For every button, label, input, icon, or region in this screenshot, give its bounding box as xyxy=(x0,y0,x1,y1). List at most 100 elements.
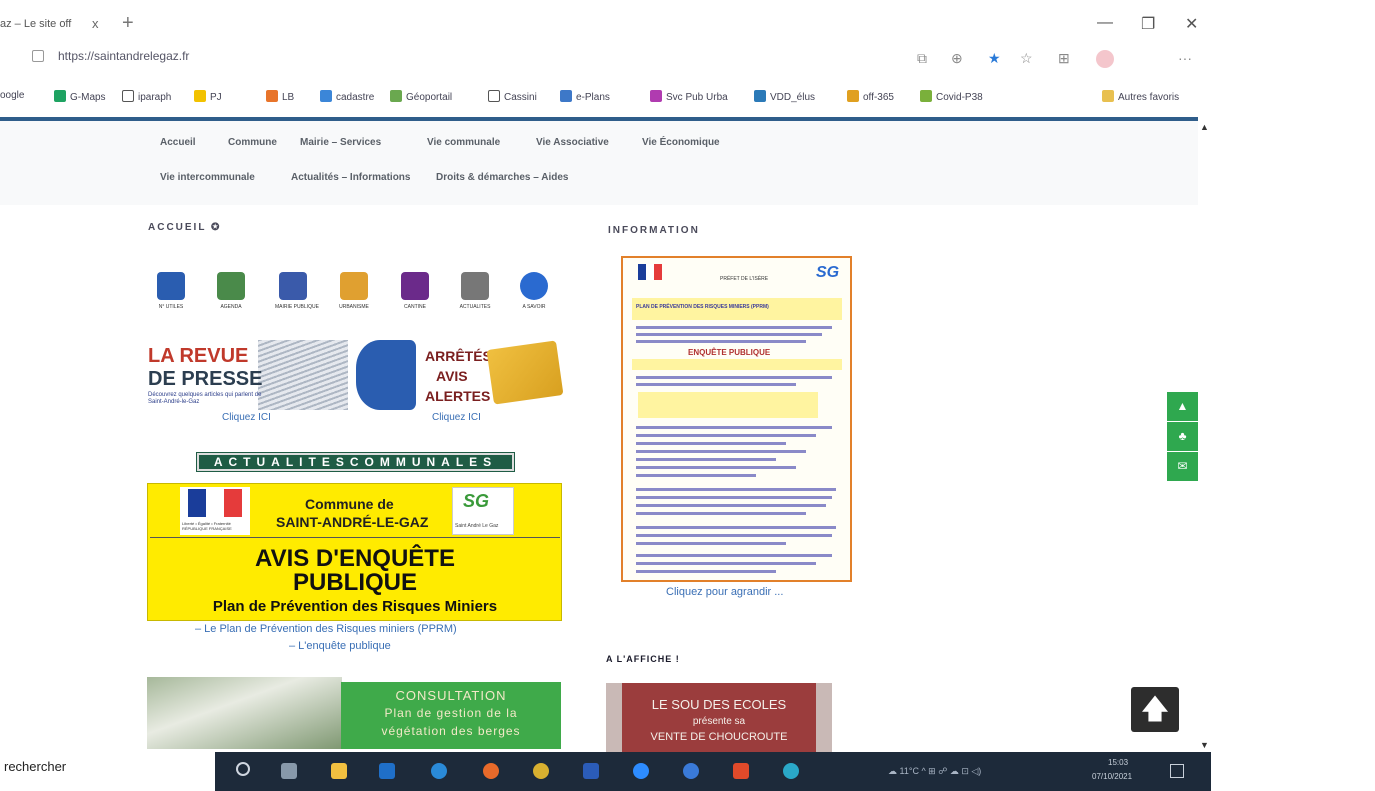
zoom-icon[interactable]: ⊕ xyxy=(951,50,963,67)
edge-icon[interactable] xyxy=(431,763,447,779)
poster-text-line xyxy=(636,426,832,429)
scroll-up-arrow-icon[interactable]: ▲ xyxy=(1200,122,1209,132)
nav-droits-demarches[interactable]: Droits & démarches – Aides xyxy=(436,172,568,183)
marianne-profile-image[interactable] xyxy=(356,340,416,410)
arretes-click-link[interactable]: Cliquez ICI xyxy=(432,412,481,423)
firefox-icon[interactable] xyxy=(483,763,499,779)
side-mail-button[interactable]: ✉ xyxy=(1167,452,1198,481)
notifications-icon[interactable] xyxy=(1170,764,1184,778)
quick-link-plu[interactable]: URBANISME xyxy=(336,272,372,312)
office-app-icon[interactable] xyxy=(733,763,749,779)
minimize-button[interactable]: — xyxy=(1097,14,1113,32)
collections-icon[interactable]: ⊞ xyxy=(1058,50,1070,67)
back-to-top-button[interactable]: 🡅 xyxy=(1131,687,1179,732)
system-tray[interactable]: ☁ 11°C ^ ⊞ ☍ ☁ ⊡ ◁) xyxy=(888,766,981,777)
tab-close-icon[interactable]: x xyxy=(92,16,99,31)
scroll-down-arrow-icon[interactable]: ▼ xyxy=(1200,740,1209,750)
bookmark-iparaph[interactable]: iparaph xyxy=(122,90,171,103)
profile-avatar[interactable] xyxy=(1096,50,1114,68)
favorites-icon[interactable]: ☆ xyxy=(1020,50,1033,67)
nav-accueil[interactable]: Accueil xyxy=(160,137,196,148)
covid-icon xyxy=(920,90,932,102)
bookmark-vdd-lus[interactable]: VDD_élus xyxy=(754,90,815,103)
bookmark-lb[interactable]: LB xyxy=(266,90,294,103)
poster-prefecture: PRÉFET DE L'ISÈRE xyxy=(720,276,769,282)
pprm-link[interactable]: – Le Plan de Prévention des Risques mini… xyxy=(195,623,457,635)
poster-text-line xyxy=(636,542,786,545)
poster-text-line xyxy=(636,526,836,529)
poster-logo-icon: SG xyxy=(816,264,840,281)
quick-link-label: AGENDA xyxy=(220,304,242,310)
avis-divider xyxy=(150,537,560,538)
bookmark-cassini[interactable]: Cassini xyxy=(488,90,537,103)
restore-button[interactable]: ❐ xyxy=(1141,14,1155,34)
enquete-publique-link[interactable]: – L'enquête publique xyxy=(289,640,391,652)
more-menu-button[interactable]: ··· xyxy=(1178,50,1192,66)
nav-mairie-services[interactable]: Mairie – Services xyxy=(300,137,381,148)
nav-vie-communale[interactable]: Vie communale xyxy=(427,137,500,148)
quick-link-label: ACTUALITES xyxy=(459,304,491,310)
quick-link-calendar[interactable]: AGENDA xyxy=(213,272,249,312)
bookmark-cadastre[interactable]: cadastre xyxy=(320,90,374,103)
favorite-star-icon[interactable]: ★ xyxy=(988,50,1001,67)
zoom-icon[interactable] xyxy=(633,763,649,779)
enlarge-poster-link[interactable]: Cliquez pour agrandir ... xyxy=(666,586,783,598)
chrome-icon[interactable] xyxy=(533,763,549,779)
edge-beta-icon[interactable] xyxy=(783,763,799,779)
task-view-icon[interactable] xyxy=(281,763,297,779)
nav-vie-intercommunale[interactable]: Vie intercommunale xyxy=(160,172,255,183)
bookmark-pj[interactable]: PJ xyxy=(194,90,222,103)
cortana-icon[interactable] xyxy=(236,762,250,776)
bookmark-oogle[interactable]: oogle xyxy=(0,90,24,101)
information-section-title: INFORMATION xyxy=(608,225,700,236)
riverbank-photo[interactable] xyxy=(147,677,342,749)
people-icon xyxy=(461,272,489,300)
bookmark-covid-p38[interactable]: Covid-P38 xyxy=(920,90,983,103)
main-navigation xyxy=(0,121,1198,205)
poster-highlight-band xyxy=(638,392,818,418)
revue-click-link[interactable]: Cliquez ICI xyxy=(222,412,271,423)
vdd-icon xyxy=(754,90,766,102)
explorer-icon[interactable] xyxy=(331,763,347,779)
nav-vie-economique[interactable]: Vie Économique xyxy=(642,137,720,148)
windows-search-box[interactable]: rechercher xyxy=(4,759,66,774)
clock-time[interactable]: 15:03 xyxy=(1108,758,1128,767)
other-favorites-folder[interactable]: Autres favoris xyxy=(1102,90,1179,103)
bookmark-g-oportail[interactable]: Géoportail xyxy=(390,90,452,103)
close-window-button[interactable]: ✕ xyxy=(1185,14,1198,34)
poster-text-line xyxy=(636,512,806,515)
quick-link-republic[interactable]: MAIRIE PUBLIQUE xyxy=(275,272,319,312)
consultation-line3: végétation des berges xyxy=(381,724,521,738)
windows-taskbar xyxy=(215,752,1211,791)
bookmark-g-maps[interactable]: G-Maps xyxy=(54,90,106,103)
word-icon[interactable] xyxy=(583,763,599,779)
outlook-icon[interactable] xyxy=(379,763,395,779)
avis-heading-line2: PUBLIQUE xyxy=(292,569,417,596)
quick-link-info[interactable]: A SAVOIR xyxy=(516,272,552,312)
page-info-icon[interactable] xyxy=(32,50,44,62)
nav-actualites[interactable]: Actualités – Informations xyxy=(291,172,410,183)
folder-magnifier-image[interactable] xyxy=(486,340,564,405)
side-market-button[interactable]: ♣ xyxy=(1167,422,1198,451)
nav-commune[interactable]: Commune xyxy=(228,137,277,148)
new-tab-button[interactable]: + xyxy=(122,12,134,35)
nav-vie-associative[interactable]: Vie Associative xyxy=(536,137,609,148)
geoportail-icon xyxy=(390,90,402,102)
pj-icon xyxy=(194,90,206,102)
calendar-icon xyxy=(217,272,245,300)
maps-app-icon[interactable] xyxy=(683,763,699,779)
read-aloud-icon[interactable]: ⧉ xyxy=(917,50,927,67)
side-graduation-button[interactable]: ▲ xyxy=(1167,392,1198,421)
quick-link-people[interactable]: ACTUALITES xyxy=(457,272,493,312)
bookmark-e-plans[interactable]: e-Plans xyxy=(560,90,610,103)
quick-link-restaurant[interactable]: CANTINE xyxy=(397,272,433,312)
bookmark-svc-pub-urba[interactable]: Svc Pub Urba xyxy=(650,90,728,103)
clock-date[interactable]: 07/10/2021 xyxy=(1092,772,1132,781)
affiche-line2: présente sa xyxy=(692,716,746,727)
bookmark-off-365[interactable]: off-365 xyxy=(847,90,894,103)
browser-tab-title[interactable]: az – Le site off xyxy=(0,18,71,30)
quick-link-phone[interactable]: N° UTILES xyxy=(153,272,189,312)
plu-icon xyxy=(340,272,368,300)
url-text[interactable]: https://saintandrelegaz.fr xyxy=(58,49,189,63)
poster-dates-band xyxy=(632,359,842,370)
